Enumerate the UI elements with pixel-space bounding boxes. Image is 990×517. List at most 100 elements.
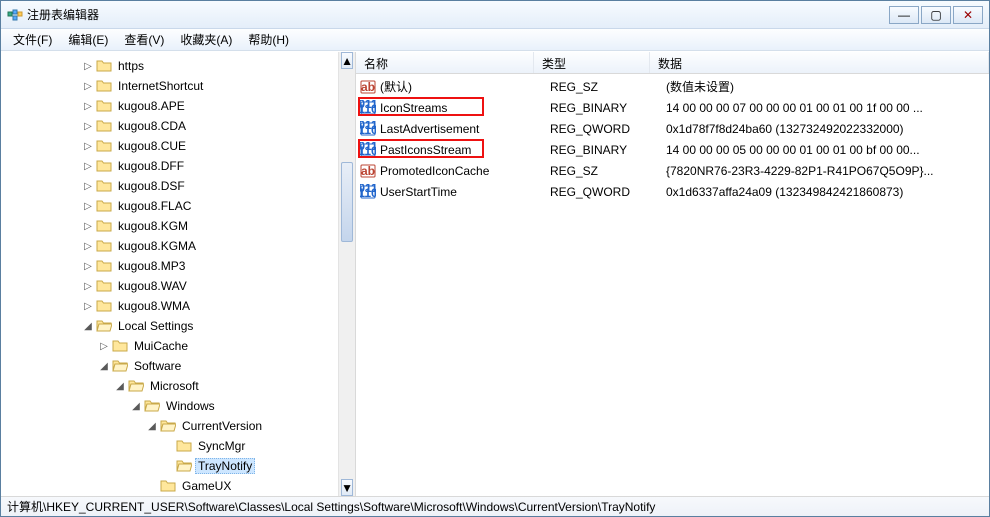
menu-favorites[interactable]: 收藏夹(A) [172,29,240,50]
tree-node-label: kugou8.KGM [115,218,191,234]
expand-icon[interactable]: ▷ [81,161,95,172]
folder-icon [95,58,115,74]
scroll-thumb[interactable] [341,162,353,242]
window-title: 注册表编辑器 [27,6,99,23]
key-tree[interactable]: ▷https▷InternetShortcut▷kugou8.APE▷kugou… [1,52,355,496]
collapse-icon[interactable]: ◢ [129,401,143,412]
menu-view[interactable]: 查看(V) [116,29,172,50]
tree-node[interactable]: GameUX [1,476,355,496]
expand-icon[interactable]: ▷ [81,241,95,252]
tree-node-label: TrayNotify [195,458,255,474]
folder-icon [95,198,115,214]
folder-icon [95,238,115,254]
scroll-up-icon[interactable]: ▲ [341,52,353,69]
value-row[interactable]: 011110UserStartTimeREG_QWORD0x1d6337affa… [356,181,989,202]
folder-icon [95,158,115,174]
tree-node-label: InternetShortcut [115,78,206,94]
tree-node-label: GameUX [179,478,234,494]
value-pane: 名称 类型 数据 ab(默认)REG_SZ(数值未设置)011110IconSt… [356,52,989,496]
expand-icon[interactable]: ▷ [81,221,95,232]
tree-node[interactable]: ◢Microsoft [1,376,355,396]
tree-node[interactable]: ▷kugou8.WAV [1,276,355,296]
tree-node-label: kugou8.MP3 [115,258,188,274]
tree-node[interactable]: SyncMgr [1,436,355,456]
tree-node[interactable]: ▷https [1,56,355,76]
svg-text:110: 110 [360,144,376,158]
tree-node-label: Local Settings [115,318,196,334]
tree-node[interactable]: ◢Software [1,356,355,376]
tree-node-label: kugou8.FLAC [115,198,194,214]
value-name: PastIconsStream [380,143,550,157]
tree-node[interactable]: ▷ kugou8.DFF [1,156,355,176]
tree-node-label: MuiCache [131,338,191,354]
value-row[interactable]: 011110PastIconsStreamREG_BINARY14 00 00 … [356,139,989,160]
folder-icon [95,278,115,294]
svg-text:ab: ab [361,164,375,178]
svg-text:110: 110 [360,123,376,137]
expand-icon[interactable]: ▷ [97,341,111,352]
menu-help[interactable]: 帮助(H) [240,29,297,50]
status-path: 计算机\HKEY_CURRENT_USER\Software\Classes\L… [7,498,655,515]
value-row[interactable]: 011110LastAdvertisementREG_QWORD0x1d78f7… [356,118,989,139]
tree-node[interactable]: ▷ kugou8.KGM [1,216,355,236]
value-row[interactable]: ab(默认)REG_SZ(数值未设置) [356,76,989,97]
tree-node[interactable]: ▷ InternetShortcut [1,76,355,96]
tree-node[interactable]: ◢CurrentVersion [1,416,355,436]
expand-icon[interactable]: ▷ [81,121,95,132]
tree-node[interactable]: ◢ Local Settings [1,316,355,336]
value-row[interactable]: 011110IconStreamsREG_BINARY14 00 00 00 0… [356,97,989,118]
tree-node[interactable]: ▷ MuiCache [1,336,355,356]
expand-icon[interactable]: ▷ [81,141,95,152]
column-headers[interactable]: 名称 类型 数据 [356,52,989,74]
tree-node[interactable]: TrayNotify [1,456,355,476]
tree-pane: ▷https▷InternetShortcut▷kugou8.APE▷kugou… [1,52,356,496]
menu-edit[interactable]: 编辑(E) [60,29,116,50]
expand-icon[interactable]: ▷ [81,201,95,212]
tree-node[interactable]: ◢Windows [1,396,355,416]
col-data[interactable]: 数据 [650,52,989,73]
expand-icon[interactable]: ▷ [81,61,95,72]
expand-icon[interactable]: ▷ [81,301,95,312]
collapse-icon[interactable]: ◢ [113,381,127,392]
value-name: (默认) [380,78,550,95]
tree-node[interactable]: ▷ kugou8.FLAC [1,196,355,216]
folder-icon [95,78,115,94]
minimize-button[interactable]: — [889,6,919,24]
value-row[interactable]: abPromotedIconCacheREG_SZ{7820NR76-23R3-… [356,160,989,181]
value-name: LastAdvertisement [380,122,550,136]
scroll-down-icon[interactable]: ▼ [341,479,353,496]
value-list[interactable]: ab(默认)REG_SZ(数值未设置)011110IconStreamsREG_… [356,74,989,204]
folder-icon [175,438,195,454]
value-name: IconStreams [380,101,550,115]
svg-text:ab: ab [361,80,375,94]
collapse-icon[interactable]: ◢ [81,321,95,332]
maximize-button[interactable]: ▢ [921,6,951,24]
col-type[interactable]: 类型 [534,52,650,73]
expand-icon[interactable]: ▷ [81,181,95,192]
tree-node[interactable]: ▷ kugou8.MP3 [1,256,355,276]
tree-node[interactable]: ▷kugou8.WMA [1,296,355,316]
binary-value-icon: 011110 [360,184,380,200]
tree-node[interactable]: ▷kugou8.APE [1,96,355,116]
tree-node-label: kugou8.CUE [115,138,189,154]
tree-node[interactable]: ▷kugou8.CDA [1,116,355,136]
col-name[interactable]: 名称 [356,52,534,73]
tree-node[interactable]: ▷kugou8.KGMA [1,236,355,256]
expand-icon[interactable]: ▷ [81,281,95,292]
tree-scrollbar[interactable]: ▲ ▼ [338,52,355,496]
value-type: REG_QWORD [550,122,666,136]
tree-node-label: kugou8.DFF [115,158,187,174]
expand-icon[interactable]: ▷ [81,81,95,92]
expand-icon[interactable]: ▷ [81,261,95,272]
folder-icon [95,138,115,154]
collapse-icon[interactable]: ◢ [145,421,159,432]
titlebar: 注册表编辑器 — ▢ ✕ [1,1,989,29]
menu-file[interactable]: 文件(F) [5,29,60,50]
collapse-icon[interactable]: ◢ [97,361,111,372]
folder-icon [95,118,115,134]
close-button[interactable]: ✕ [953,6,983,24]
tree-node[interactable]: ▷ kugou8.CUE [1,136,355,156]
folder-icon [95,298,115,314]
expand-icon[interactable]: ▷ [81,101,95,112]
tree-node[interactable]: ▷kugou8.DSF [1,176,355,196]
